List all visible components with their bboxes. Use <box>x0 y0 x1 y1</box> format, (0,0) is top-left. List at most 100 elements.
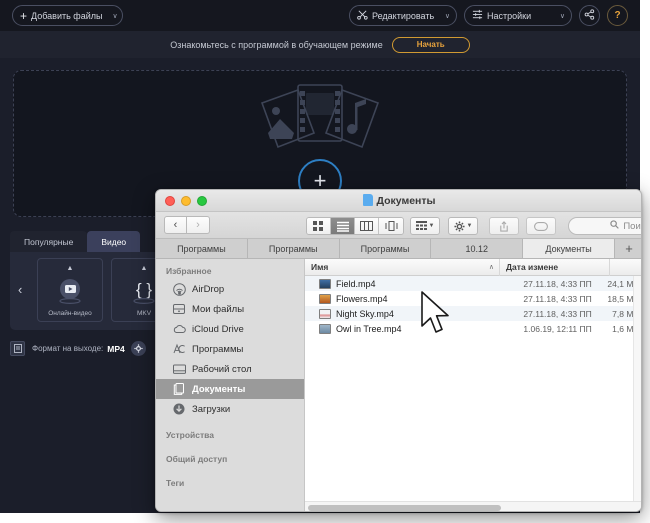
sidebar-item-label: Рабочий стол <box>192 364 252 375</box>
sidebar-item-icloud-drive[interactable]: iCloud Drive <box>156 319 304 339</box>
video-file-icon <box>319 309 331 319</box>
table-row[interactable]: Flowers.mp4 27.11.18, 4:33 ПП 18,5 МБ <box>305 291 642 306</box>
finder-title-text: Документы <box>376 195 435 207</box>
nav-forward-button[interactable]: › <box>187 216 210 234</box>
gallery-view-button[interactable] <box>379 218 403 234</box>
sidebar-item-downloads[interactable]: Загрузки <box>156 399 304 419</box>
tag-button[interactable] <box>526 217 556 235</box>
finder-tab-3[interactable]: 10.12 <box>431 239 523 258</box>
search-input[interactable]: Поиск <box>568 217 642 235</box>
column-view-button[interactable] <box>355 218 379 234</box>
horizontal-scrollbar[interactable] <box>305 501 642 512</box>
column-header-date[interactable]: Дата измене <box>500 259 610 276</box>
edit-label: Редактировать <box>372 11 434 21</box>
chevron-down-icon: ▼ <box>429 223 435 229</box>
help-label: ? <box>614 10 620 21</box>
sidebar-header-devices: Устройства <box>156 419 304 443</box>
sidebar-item-applications[interactable]: Программы <box>156 339 304 359</box>
video-file-icon <box>319 324 331 334</box>
add-files-label: Добавить файлы <box>31 11 102 21</box>
preset-card-label: MKV <box>137 310 151 317</box>
preset-prev-arrow[interactable]: ‹ <box>18 282 22 297</box>
tutorial-banner: Ознакомьтесь с программой в обучающем ре… <box>0 31 640 58</box>
tutorial-start-label: Начать <box>417 40 445 49</box>
sort-ascending-icon: ∧ <box>489 263 494 271</box>
settings-button[interactable]: Настройки ∨ <box>464 5 572 26</box>
sidebar-item-label: Мои файлы <box>192 304 244 315</box>
output-format-value[interactable]: MP4 <box>107 344 124 354</box>
table-row[interactable]: Owl in Tree.mp4 1.06.19, 12:11 ПП 1,6 МБ <box>305 321 642 336</box>
file-name-cell: Field.mp4 <box>305 279 497 289</box>
chevron-down-icon: ▼ <box>467 223 473 229</box>
action-button[interactable]: ▼ <box>448 217 478 235</box>
media-cards-icon <box>254 81 386 164</box>
app-toolbar: + Добавить файлы ∨ Редактировать ∨ Настр… <box>0 0 640 31</box>
sidebar-item-desktop[interactable]: Рабочий стол <box>156 359 304 379</box>
svg-text:{ }: { } <box>136 280 152 299</box>
video-file-icon <box>319 294 331 304</box>
preset-card-online-video[interactable]: ▲ Онлайн-видео <box>37 258 103 322</box>
sidebar-item-label: Программы <box>192 344 243 355</box>
finder-tab-2[interactable]: Программы <box>340 239 432 258</box>
table-row[interactable]: Field.mp4 27.11.18, 4:33 ПП 24,1 МБ <box>305 276 642 291</box>
tab-popular[interactable]: Популярные <box>10 231 87 252</box>
finder-titlebar[interactable]: Документы <box>156 190 642 212</box>
file-name: Flowers.mp4 <box>336 294 388 304</box>
finder-tab-1[interactable]: Программы <box>248 239 340 258</box>
column-header-name[interactable]: Имя ∧ <box>305 259 500 276</box>
add-files-button[interactable]: + Добавить файлы ∨ <box>12 5 123 26</box>
finder-tab-4[interactable]: Документы <box>523 239 615 258</box>
share-button[interactable] <box>579 5 600 26</box>
column-header-name-label: Имя <box>311 262 328 272</box>
scissors-icon <box>357 9 368 22</box>
chevron-up-icon[interactable]: ▲ <box>67 265 74 272</box>
sidebar-header-tags: Теги <box>156 467 304 491</box>
chevron-up-icon[interactable]: ▲ <box>141 265 148 272</box>
share-icon <box>584 9 595 23</box>
sidebar-item-label: AirDrop <box>192 284 224 295</box>
nav-back-button[interactable]: ‹ <box>164 216 187 234</box>
search-icon <box>610 220 619 232</box>
mouse-cursor <box>420 291 456 342</box>
column-header-date-label: Дата измене <box>506 262 558 272</box>
sidebar-item-label: Загрузки <box>192 404 230 415</box>
table-row[interactable]: Night Sky.mp4 27.11.18, 4:33 ПП 7,8 МБ <box>305 306 642 321</box>
view-mode-group <box>306 217 404 235</box>
finder-tab-label: Программы <box>361 244 410 254</box>
tab-popular-label: Популярные <box>24 237 73 247</box>
settings-label: Настройки <box>487 11 531 21</box>
file-date: 27.11.18, 4:33 ПП <box>497 309 592 319</box>
file-date: 1.06.19, 12:11 ПП <box>497 324 592 334</box>
output-format-bar: Формат на выходе: MP4 <box>10 341 146 356</box>
sliders-icon <box>472 9 483 22</box>
share-button[interactable] <box>489 217 519 235</box>
finder-tab-label: Программы <box>269 244 318 254</box>
file-list-pane: Имя ∧ Дата измене Field.mp4 27.11.18, 4:… <box>304 259 642 512</box>
finder-tab-bar: Программы Программы Программы 10.12 Доку… <box>156 239 642 259</box>
new-tab-button[interactable]: + <box>615 239 642 258</box>
vertical-scrollbar[interactable] <box>633 276 642 501</box>
sidebar-item-my-files[interactable]: Мои файлы <box>156 299 304 319</box>
finder-tab-0[interactable]: Программы <box>156 239 248 258</box>
edit-button[interactable]: Редактировать ∨ <box>349 5 457 26</box>
tab-video[interactable]: Видео <box>87 231 140 252</box>
finder-sidebar: Избранное AirDrop Мои файлы iCloud Drive… <box>156 259 304 512</box>
tutorial-banner-text: Ознакомьтесь с программой в обучающем ре… <box>170 40 382 50</box>
list-view-button[interactable] <box>331 218 355 234</box>
horizontal-scrollbar-thumb[interactable] <box>308 505 501 511</box>
sidebar-item-documents[interactable]: Документы <box>156 379 304 399</box>
file-name-cell: Owl in Tree.mp4 <box>305 324 497 334</box>
gear-icon[interactable] <box>131 341 146 356</box>
plus-icon: + <box>20 10 27 22</box>
tutorial-start-button[interactable]: Начать <box>392 37 470 53</box>
sidebar-item-airdrop[interactable]: AirDrop <box>156 279 304 299</box>
sidebar-header-shared: Общий доступ <box>156 443 304 467</box>
arrange-button[interactable]: ▼ <box>410 217 440 235</box>
help-button[interactable]: ? <box>607 5 628 26</box>
desktop-icon <box>172 362 186 376</box>
icon-view-button[interactable] <box>307 218 331 234</box>
chevron-down-icon: ∨ <box>441 12 450 20</box>
play-button-icon <box>54 275 86 307</box>
icloud-icon <box>172 322 186 336</box>
sidebar-header-favorites: Избранное <box>156 259 304 279</box>
